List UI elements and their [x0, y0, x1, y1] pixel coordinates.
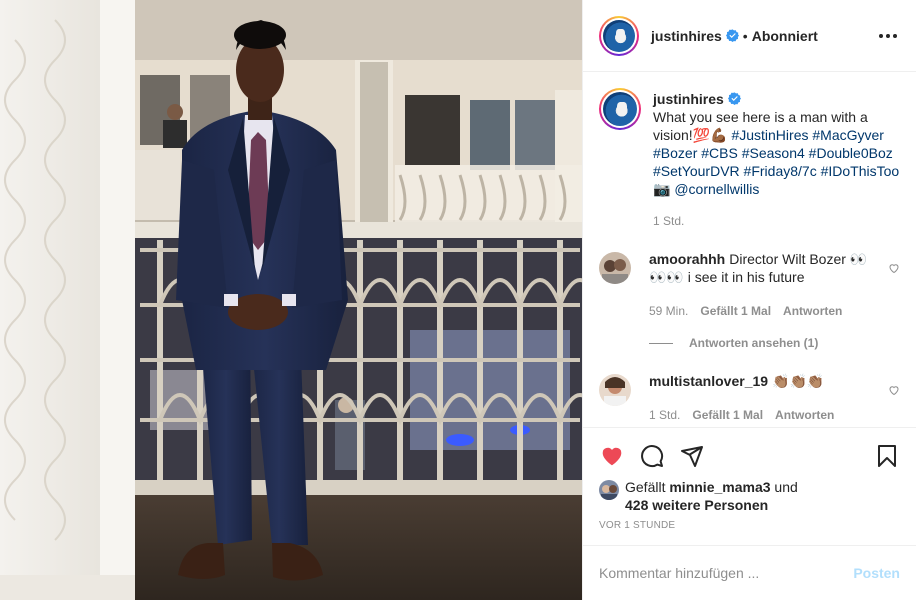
add-comment-bar: Posten: [583, 545, 916, 600]
commenter-username[interactable]: amoorahhh: [649, 251, 725, 267]
like-icon[interactable]: [888, 384, 900, 396]
caption-avatar[interactable]: [599, 88, 641, 130]
more-options-button[interactable]: [876, 24, 900, 48]
likes-count-link[interactable]: 428 weitere Personen: [625, 497, 768, 513]
comment-likes[interactable]: Gefällt 1 Mal: [700, 304, 771, 318]
comment-item: multistanlover_19 👏🏽👏🏽👏🏽 1 Std. Gefällt 1…: [599, 372, 900, 422]
comment-meta: 59 Min. Gefällt 1 Mal Antworten: [649, 304, 872, 318]
commenter-avatar[interactable]: [599, 252, 631, 284]
comment-timestamp[interactable]: 59 Min.: [649, 304, 688, 318]
author-username[interactable]: justinhires: [651, 28, 722, 44]
caption-emoji: 💯💪🏾: [692, 127, 728, 143]
author-avatar[interactable]: [599, 15, 639, 56]
comment-button[interactable]: [639, 443, 665, 469]
camera-emoji: 📷: [653, 181, 671, 197]
photo-illustration: [0, 0, 582, 600]
reply-button[interactable]: Antworten: [783, 304, 842, 318]
hashtag-link[interactable]: #Friday8/7c: [744, 163, 817, 179]
post-sidebar: justinhires • Abonniert justinhires What…: [582, 0, 916, 600]
heart-icon: [602, 447, 622, 466]
hashtag-link[interactable]: #Bozer: [653, 145, 697, 161]
follow-state-button[interactable]: Abonniert: [752, 28, 818, 44]
post-actions: Gefällt minnie_mama3 und 428 weitere Per…: [583, 427, 916, 545]
reply-button[interactable]: Antworten: [775, 408, 834, 422]
caption: justinhires What you see here is a man w…: [599, 88, 900, 228]
hashtag-link[interactable]: #SetYourDVR: [653, 163, 740, 179]
comment-timestamp[interactable]: 1 Std.: [649, 408, 680, 422]
comment-text: amoorahhh Director Wilt Bozer 👀👀👀 i see i…: [649, 251, 868, 285]
hashtag-link[interactable]: #JustinHires: [731, 127, 808, 143]
hashtag-link[interactable]: #IDoThisToo: [821, 163, 900, 179]
comment-input[interactable]: [599, 565, 854, 581]
likes-summary: Gefällt minnie_mama3 und 428 weitere Per…: [599, 478, 900, 514]
like-button[interactable]: [599, 443, 625, 469]
comments-list[interactable]: justinhires What you see here is a man w…: [583, 72, 916, 427]
liker-avatar[interactable]: [599, 480, 619, 500]
post-photo[interactable]: [0, 0, 582, 600]
post-comment-button[interactable]: Posten: [853, 565, 900, 581]
hashtag-link[interactable]: #MacGyver: [812, 127, 884, 143]
mention-link[interactable]: @cornellwillis: [674, 181, 759, 197]
hashtag-link[interactable]: #Season4: [742, 145, 805, 161]
comment-item: amoorahhh Director Wilt Bozer 👀👀👀 i see i…: [599, 250, 900, 318]
commenter-username[interactable]: multistanlover_19: [649, 373, 768, 389]
bookmark-icon: [878, 445, 896, 467]
caption-text: justinhires What you see here is a man w…: [653, 90, 900, 198]
post-timestamp[interactable]: VOR 1 STUNDE: [599, 520, 900, 545]
hashtag-link[interactable]: #Double0Boz: [809, 145, 893, 161]
caption-username[interactable]: justinhires: [653, 91, 724, 107]
post-header: justinhires • Abonniert: [583, 0, 916, 72]
more-icon: [879, 33, 883, 38]
hashtag-link[interactable]: #CBS: [701, 145, 738, 161]
save-button[interactable]: [874, 443, 900, 469]
comment-likes[interactable]: Gefällt 1 Mal: [692, 408, 763, 422]
header-separator: •: [742, 27, 748, 44]
commenter-avatar[interactable]: [599, 374, 631, 406]
post-modal: justinhires • Abonniert justinhires What…: [0, 0, 916, 600]
caption-timestamp[interactable]: 1 Std.: [653, 214, 900, 228]
comment-icon: [641, 445, 664, 468]
share-icon: [681, 446, 703, 467]
verified-icon: [725, 29, 739, 42]
avatar-image: [603, 19, 635, 52]
verified-icon: [727, 92, 741, 105]
share-button[interactable]: [679, 443, 705, 469]
comment-meta: 1 Std. Gefällt 1 Mal Antworten: [649, 408, 872, 422]
like-icon[interactable]: [888, 262, 900, 274]
liker-username[interactable]: minnie_mama3: [669, 479, 770, 495]
view-replies-button[interactable]: Antworten ansehen (1): [649, 336, 900, 350]
comment-text: multistanlover_19 👏🏽👏🏽👏🏽: [649, 373, 825, 389]
